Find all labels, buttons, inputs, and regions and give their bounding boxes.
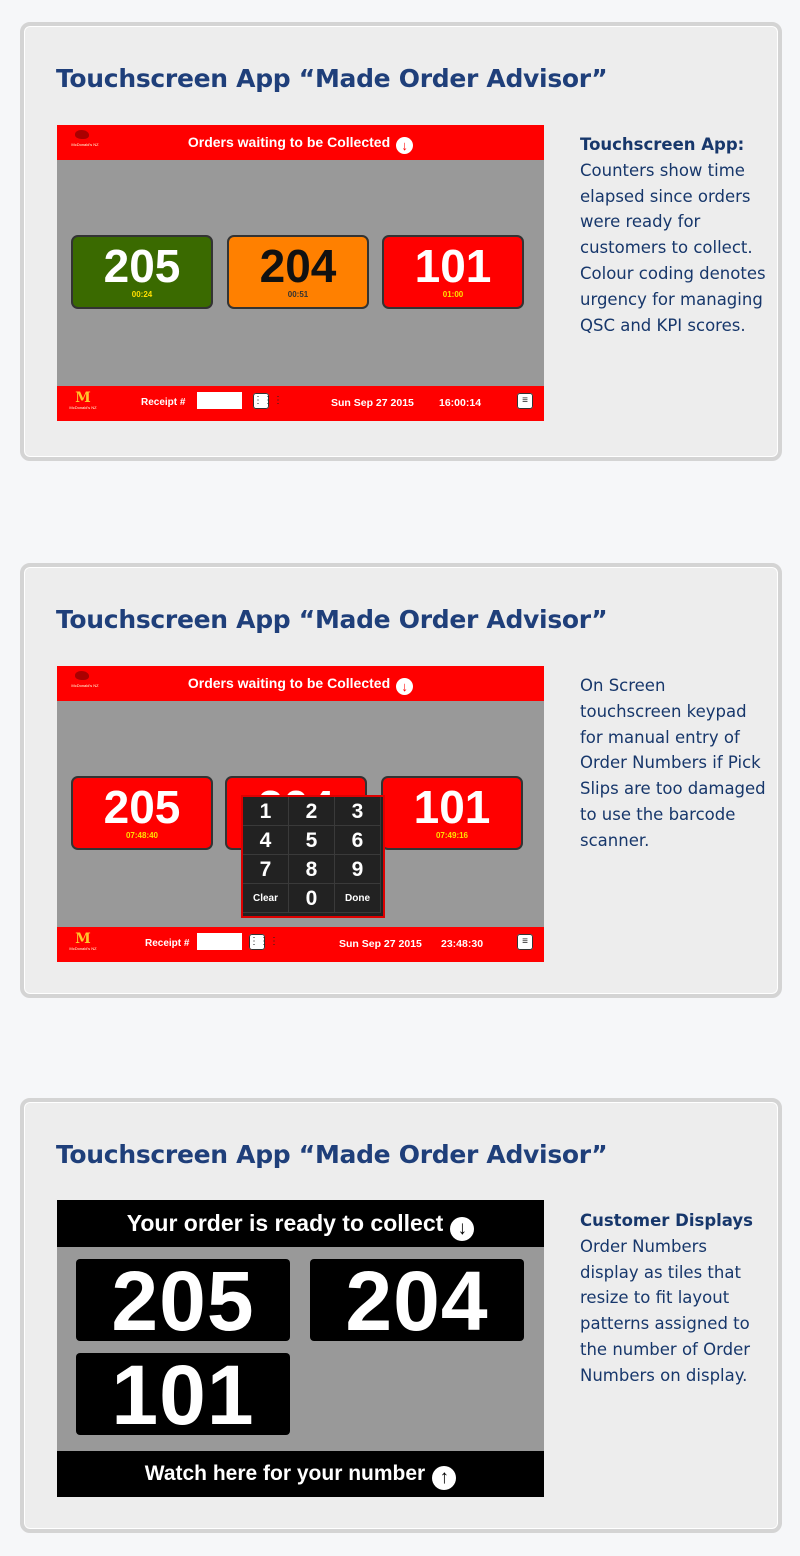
header-bar: McDonald's NZ Orders waiting to be Colle…	[57, 666, 544, 701]
menu-icon[interactable]: ≡	[517, 393, 533, 409]
display-footer: Watch here for your number ↑	[57, 1451, 544, 1497]
feature-card-timers: Touchscreen App “Made Order Advisor” McD…	[20, 22, 782, 461]
receipt-label: Receipt #	[145, 938, 190, 949]
arrow-down-circle-icon: ↓	[450, 1217, 475, 1241]
description-heading: Touchscreen App:	[580, 135, 745, 154]
time-display: 16:00:14	[439, 397, 482, 409]
order-tile[interactable]: 204 00:51	[227, 235, 369, 309]
header-bar: McDonald's NZ Orders waiting to be Colle…	[57, 125, 544, 160]
key-1[interactable]: 1	[243, 797, 289, 826]
card-description: Touchscreen App: Counters show time elap…	[580, 132, 770, 338]
order-tile[interactable]: 101 01:00	[382, 235, 524, 309]
arrow-up-circle-icon: ↑	[432, 1466, 457, 1490]
date-display: Sun Sep 27 2015	[331, 397, 414, 409]
description-heading: Customer Displays	[580, 1211, 754, 1230]
mcdonalds-logo: M McDonald's NZ	[69, 931, 97, 951]
key-8[interactable]: 8	[289, 855, 335, 884]
description-body: Order Numbers display as tiles that resi…	[580, 1236, 751, 1385]
customer-display: Your order is ready to collect ↓ 205 204 …	[57, 1200, 544, 1497]
receipt-input[interactable]	[197, 933, 242, 950]
card-title: Touchscreen App “Made Order Advisor”	[56, 605, 608, 634]
onscreen-keypad: 1 2 3 4 5 6 7 8 9 Clear 0 Done	[241, 795, 385, 918]
feature-card-customer-display: Touchscreen App “Made Order Advisor” You…	[20, 1098, 782, 1533]
key-6[interactable]: 6	[335, 826, 381, 855]
screen-title: Orders waiting to be Collected ↓	[57, 675, 544, 695]
time-display: 23:48:30	[441, 938, 484, 950]
key-2[interactable]: 2	[289, 797, 335, 826]
screen-title: Orders waiting to be Collected ↓	[57, 134, 544, 154]
order-number-tile: 205	[76, 1259, 290, 1343]
key-5[interactable]: 5	[289, 826, 335, 855]
card-title: Touchscreen App “Made Order Advisor”	[56, 64, 608, 93]
key-0[interactable]: 0	[289, 884, 335, 913]
keypad-icon[interactable]: ⋮⋮⋮	[249, 934, 279, 950]
key-clear[interactable]: Clear	[243, 884, 289, 913]
key-9[interactable]: 9	[335, 855, 381, 884]
footer-bar: M McDonald's NZ Receipt # ⋮⋮⋮ Sun Sep 27 …	[57, 386, 544, 421]
date-display: Sun Sep 27 2015	[339, 938, 422, 950]
card-description: Customer Displays Order Numbers display …	[580, 1208, 770, 1389]
footer-bar: M McDonald's NZ Receipt # ⋮⋮⋮ Sun Sep 27 …	[57, 927, 544, 962]
description-body: On Screen touchscreen keypad for manual …	[580, 676, 766, 850]
app-screen-keypad: McDonald's NZ Orders waiting to be Colle…	[57, 666, 544, 962]
key-3[interactable]: 3	[335, 797, 381, 826]
menu-icon[interactable]: ≡	[517, 934, 533, 950]
key-7[interactable]: 7	[243, 855, 289, 884]
order-number-tile: 101	[76, 1353, 290, 1437]
keypad-icon[interactable]: ⋮⋮⋮	[253, 393, 283, 409]
key-4[interactable]: 4	[243, 826, 289, 855]
receipt-input[interactable]	[197, 392, 242, 409]
display-header: Your order is ready to collect ↓	[57, 1200, 544, 1247]
order-tile[interactable]: 101 07:49:16	[381, 776, 523, 850]
arrow-down-circle-icon[interactable]: ↓	[396, 137, 414, 154]
order-tile[interactable]: 205 00:24	[71, 235, 213, 309]
card-title: Touchscreen App “Made Order Advisor”	[56, 1140, 608, 1169]
card-description: On Screen touchscreen keypad for manual …	[580, 673, 770, 854]
mcdonalds-logo: M McDonald's NZ	[69, 390, 97, 410]
feature-card-keypad: Touchscreen App “Made Order Advisor” McD…	[20, 563, 782, 998]
order-number-tile: 204	[310, 1259, 524, 1343]
description-body: Counters show time elapsed since orders …	[580, 160, 766, 335]
key-done[interactable]: Done	[335, 884, 381, 913]
app-screen-timers: McDonald's NZ Orders waiting to be Colle…	[57, 125, 544, 421]
receipt-label: Receipt #	[141, 397, 186, 408]
order-tile[interactable]: 205 07:48:40	[71, 776, 213, 850]
arrow-down-circle-icon[interactable]: ↓	[396, 678, 414, 695]
